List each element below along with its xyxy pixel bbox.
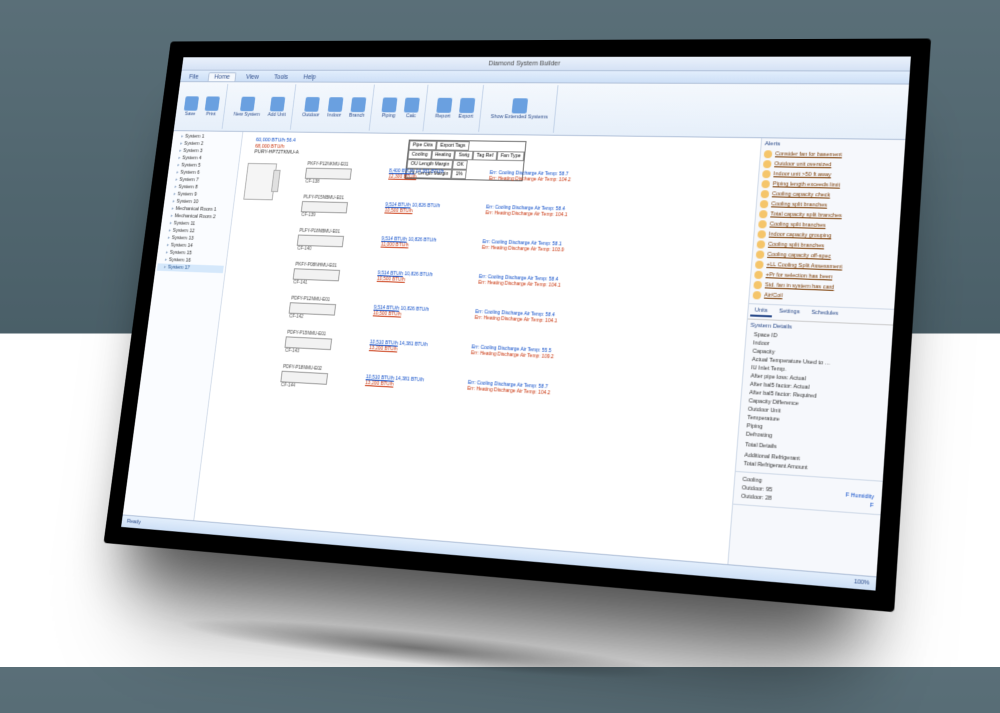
ribbon-btn-report[interactable]: Report [432, 96, 455, 120]
prop-tab-schedules[interactable]: Schedules [807, 308, 843, 320]
monitor-shadow [175, 608, 675, 691]
system-details: System Details Space IDIndoorCapacityAct… [736, 319, 893, 481]
warning-icon [754, 270, 763, 278]
ribbon-icon [459, 97, 475, 112]
warning-icon [764, 150, 773, 158]
warning-icon [760, 200, 769, 208]
ribbon-btn-show-extended-systems[interactable]: Show Extended Systems [488, 96, 553, 120]
ribbon-group: ReportExport [427, 84, 484, 131]
ribbon-icon [404, 97, 420, 112]
ribbon-icon [304, 96, 320, 111]
warning-icon [755, 260, 764, 268]
ribbon-btn-indoor[interactable]: Indoor [324, 95, 346, 118]
ribbon-btn-branch[interactable]: Branch [346, 95, 369, 118]
ribbon-icon [240, 96, 255, 111]
warning-icon [761, 180, 770, 188]
tree-item[interactable]: System 1 [174, 132, 240, 140]
ribbon-btn-calc[interactable]: Calc [401, 96, 423, 119]
warning-icon [757, 240, 766, 248]
ribbon-group: PipingCalc [373, 84, 428, 131]
ribbon-btn-print[interactable]: Print [201, 95, 222, 118]
warning-icon [757, 230, 766, 238]
ribbon-group: New SystemAdd Unit [226, 84, 296, 130]
branch-diagram: PKFY-P12NKMU-E01CF-1388,400 BTU/h 14,381… [274, 156, 644, 413]
ribbon-icon [350, 96, 366, 111]
warning-icon [763, 160, 772, 168]
workspace: System 1System 2System 3System 4System 5… [123, 131, 906, 576]
ribbon-tab-view[interactable]: View [240, 73, 264, 81]
outdoor-unit-label: 60,000 BTU/h 56.4 68,000 BTU/h PURY-HP72… [254, 137, 300, 156]
titlebar: Diamond System Builder [182, 56, 911, 71]
ribbon-group: OutdoorIndoorBranch [294, 84, 375, 130]
ribbon-icon [512, 97, 528, 112]
ribbon-tab-help[interactable]: Help [298, 73, 322, 81]
ribbon-btn-add-unit[interactable]: Add Unit [265, 95, 291, 118]
warning-icon [752, 291, 761, 299]
alerts-title: Alerts [764, 141, 901, 149]
tree-item[interactable]: System 2 [173, 140, 239, 148]
ribbon-tab-tools[interactable]: Tools [268, 73, 293, 81]
warning-icon [759, 210, 768, 218]
warning-icon [760, 190, 769, 198]
ribbon-btn-piping[interactable]: Piping [378, 96, 400, 119]
ribbon-btn-outdoor[interactable]: Outdoor [299, 95, 324, 118]
warning-icon [756, 250, 765, 258]
ribbon-icon [184, 95, 199, 109]
app-window: Diamond System Builder File HomeView Tools… [121, 56, 911, 590]
ribbon-icon [270, 96, 286, 111]
ribbon-btn-save[interactable]: Save [180, 94, 201, 116]
ribbon-btn-new-system[interactable]: New System [231, 95, 265, 118]
ribbon-icon [382, 97, 398, 112]
piping-canvas[interactable]: 60,000 BTU/h 56.4 68,000 BTU/h PURY-HP72… [194, 131, 761, 563]
prop-tab-units[interactable]: Units [750, 306, 772, 317]
warning-icon [758, 220, 767, 228]
ribbon-group: Show Extended Systems [483, 84, 559, 132]
outdoor-unit-icon[interactable] [243, 162, 277, 199]
prop-tab-settings[interactable]: Settings [774, 307, 804, 318]
ribbon-tab-home[interactable]: Home [208, 72, 237, 81]
alerts-panel: Alerts Consider fan for basementOutdoor … [749, 138, 905, 310]
monitor-bezel: Diamond System Builder File HomeView Tools… [104, 38, 932, 612]
ribbon-group: SavePrint [176, 83, 229, 128]
ribbon-btn-export[interactable]: Export [455, 96, 478, 120]
ribbon-icon [436, 97, 452, 112]
tag-cell[interactable]: Pipe Ckts [409, 140, 437, 150]
ribbon-icon [205, 96, 220, 110]
tag-cell[interactable]: Export Tags [436, 140, 469, 150]
warning-icon [753, 280, 762, 288]
ribbon-tab-file[interactable]: File [184, 73, 204, 81]
ribbon: SavePrintNew SystemAdd UnitOutdoorIndoor… [174, 82, 909, 140]
status-text: Ready [127, 518, 141, 525]
window-title: Diamond System Builder [488, 60, 560, 67]
properties-panel: Alerts Consider fan for basementOutdoor … [727, 138, 905, 576]
zoom-level[interactable]: 100% [854, 578, 870, 586]
warning-icon [762, 170, 771, 178]
ribbon-icon [328, 96, 344, 111]
